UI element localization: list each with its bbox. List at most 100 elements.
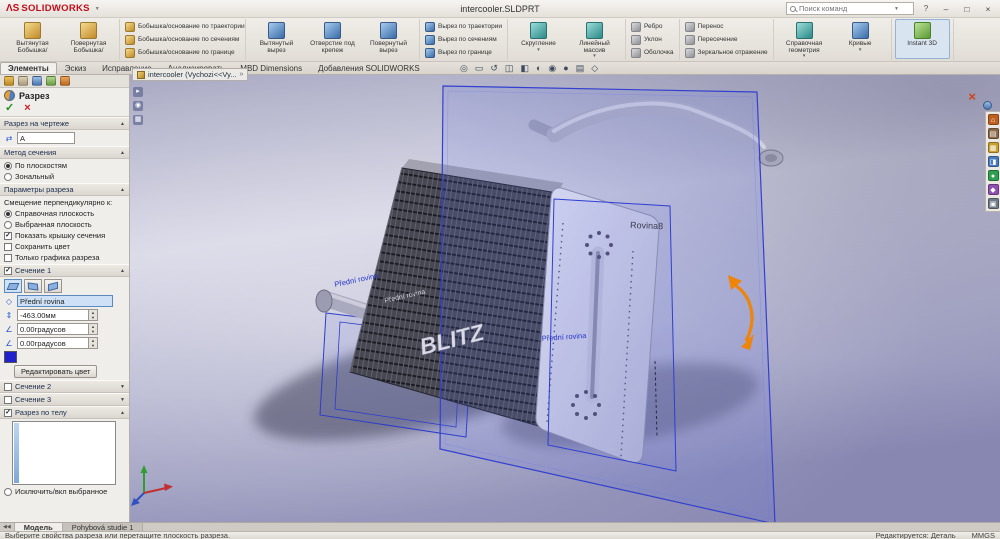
section-color-swatch[interactable] (4, 351, 17, 363)
section-header-params[interactable]: Параметры разреза ▲ (0, 183, 129, 196)
shell-button[interactable]: Оболочка (629, 47, 676, 59)
lofted-cut-button[interactable]: Вырез по сечениям (423, 34, 499, 46)
section-header-section2[interactable]: Сечение 2 ▼ (0, 380, 129, 393)
extruded-cut-button[interactable]: Вытянутый вырез (249, 19, 304, 59)
confirmation-cancel-icon[interactable]: × (968, 89, 976, 104)
checkbox-section2[interactable] (4, 383, 12, 391)
hide-show-tree-icon[interactable]: ◉ (133, 101, 143, 111)
fillet-button[interactable]: Скругление ▼ (511, 19, 566, 59)
mirror-button[interactable]: Зеркальное отражение (683, 47, 770, 59)
view-orientation-icon[interactable]: ◧ (520, 63, 529, 74)
display-manager-tab-icon[interactable] (46, 76, 56, 86)
3d-scene[interactable]: Rovina8 Přední rovina Přední rovina Před… (130, 75, 1000, 522)
chevron-up-icon[interactable]: ▲ (120, 150, 125, 156)
hole-wizard-button[interactable]: Отверстие под крепеж (305, 19, 360, 59)
section-header-method[interactable]: Метод сечения ▲ (0, 146, 129, 159)
section-header-drawing[interactable]: Разрез на чертеже ▲ (0, 117, 129, 130)
tab-motion-study[interactable]: Pohybová studie 1 (63, 523, 144, 531)
command-search-input[interactable] (799, 4, 891, 13)
checkbox-show-section-cap[interactable]: ✓ (4, 232, 12, 240)
rib-button[interactable]: Ребро (629, 21, 665, 33)
top-plane-button[interactable] (24, 279, 42, 293)
tab-model[interactable]: Модель (15, 523, 63, 531)
radio-zonal[interactable] (4, 173, 12, 181)
x-rotation-input[interactable] (17, 323, 89, 335)
chevron-up-icon[interactable]: ▲ (120, 121, 125, 127)
tree-expand-icon[interactable]: ▸ (133, 87, 143, 97)
tab-sketch[interactable]: Эскиз (57, 62, 94, 74)
spinner-control[interactable]: ▲▼ (89, 323, 98, 335)
configuration-manager-tab-icon[interactable] (32, 76, 42, 86)
boundary-cut-button[interactable]: Вырез по границе (423, 47, 494, 59)
scenes-icon[interactable]: ◆ (988, 184, 999, 195)
appearances-icon[interactable]: ● (988, 170, 999, 181)
revolved-cut-button[interactable]: Повернутый вырез (361, 19, 416, 59)
instant-3d-button[interactable]: Instant 3D (895, 19, 950, 59)
linear-pattern-button[interactable]: Линейный массив ▼ (567, 19, 622, 59)
radio-reference-plane[interactable] (4, 210, 12, 218)
filter-tree-icon[interactable]: ▦ (133, 115, 143, 125)
curves-button[interactable]: Кривые ▼ (833, 19, 888, 59)
ok-button[interactable]: ✓ (5, 103, 14, 114)
radio-selected-plane[interactable] (4, 221, 12, 229)
chevron-down-icon[interactable]: ▼ (592, 54, 596, 58)
cancel-button[interactable]: × (24, 103, 30, 114)
status-units[interactable]: MMGS (972, 531, 995, 539)
feature-manager-tab-icon[interactable] (18, 76, 28, 86)
solidworks-resources-icon[interactable]: ⌂ (988, 114, 999, 125)
checkbox-section1[interactable]: ✓ (4, 267, 12, 275)
display-style-icon[interactable]: ◐ (536, 63, 541, 74)
tab-addins[interactable]: Добавления SOLIDWORKS (310, 62, 428, 74)
bodies-selection-list[interactable] (12, 421, 116, 485)
reference-plane-input[interactable] (17, 295, 113, 307)
checkbox-keep-color[interactable] (4, 243, 12, 251)
previous-view-icon[interactable]: ↺ (490, 63, 498, 74)
radio-by-planes[interactable] (4, 162, 12, 170)
chevron-down-icon[interactable]: ▼ (802, 54, 806, 58)
radio-exclude-selected[interactable] (4, 488, 12, 496)
swept-cut-button[interactable]: Вырез по траектории (423, 21, 504, 33)
section-view-icon[interactable]: ◫ (505, 63, 514, 74)
section-letter-input[interactable] (17, 132, 75, 144)
checkbox-by-body[interactable]: ✓ (4, 409, 12, 417)
feature-tree-root[interactable]: intercooler (Vychozi<<Vy... (148, 70, 237, 79)
spinner-control[interactable]: ▲▼ (89, 309, 98, 321)
expand-tree-icon[interactable]: » (240, 71, 244, 78)
dimxpert-manager-tab-icon[interactable] (60, 76, 70, 86)
y-rotation-input[interactable] (17, 337, 89, 349)
chevron-down-icon[interactable]: ▼ (95, 6, 100, 12)
chevron-up-icon[interactable]: ▲ (120, 268, 125, 274)
tab-features[interactable]: Элементы (0, 62, 57, 74)
section-header-by-body[interactable]: ✓ Разрез по телу ▲ (0, 406, 129, 419)
close-button[interactable]: × (980, 2, 996, 15)
design-library-icon[interactable]: ▤ (988, 128, 999, 139)
edit-color-button[interactable]: Редактировать цвет (14, 365, 97, 378)
file-explorer-icon[interactable]: ▦ (988, 142, 999, 153)
view-settings-icon[interactable]: ◇ (591, 63, 598, 74)
help-icon[interactable]: ? (919, 4, 933, 13)
view-palette-icon[interactable]: ◨ (988, 156, 999, 167)
lofted-boss-button[interactable]: Бобышка/основание по сечениям (123, 34, 241, 46)
chevron-up-icon[interactable]: ▲ (120, 187, 125, 193)
revolved-boss-button[interactable]: Повернутая Бобышка/основание (61, 19, 116, 59)
swept-boss-button[interactable]: Бобышка/основание по траектории (123, 21, 247, 33)
edit-appearance-icon[interactable]: ● (563, 63, 568, 74)
confirmation-help-icon[interactable] (983, 101, 992, 110)
draft-button[interactable]: Уклон (629, 34, 664, 46)
zoom-area-icon[interactable]: ▭ (475, 63, 484, 74)
chevron-down-icon[interactable]: ▼ (858, 48, 862, 52)
checkbox-section3[interactable] (4, 396, 12, 404)
command-search[interactable]: ▼ (786, 2, 914, 15)
boundary-boss-button[interactable]: Бобышка/основание по границе (123, 47, 237, 59)
section-header-section3[interactable]: Сечение 3 ▼ (0, 393, 129, 406)
minimize-button[interactable]: – (938, 2, 954, 15)
chevron-down-icon[interactable]: ▼ (536, 48, 540, 52)
restore-button[interactable]: □ (959, 2, 975, 15)
chevron-up-icon[interactable]: ▲ (120, 410, 125, 416)
chevron-down-icon[interactable]: ▼ (894, 6, 899, 12)
intersect-button[interactable]: Пересечение (683, 34, 740, 46)
offset-distance-input[interactable] (17, 309, 89, 321)
custom-properties-icon[interactable]: ▣ (988, 198, 999, 209)
zoom-fit-icon[interactable]: ◎ (460, 63, 468, 74)
chevron-down-icon[interactable]: ▼ (120, 397, 125, 403)
